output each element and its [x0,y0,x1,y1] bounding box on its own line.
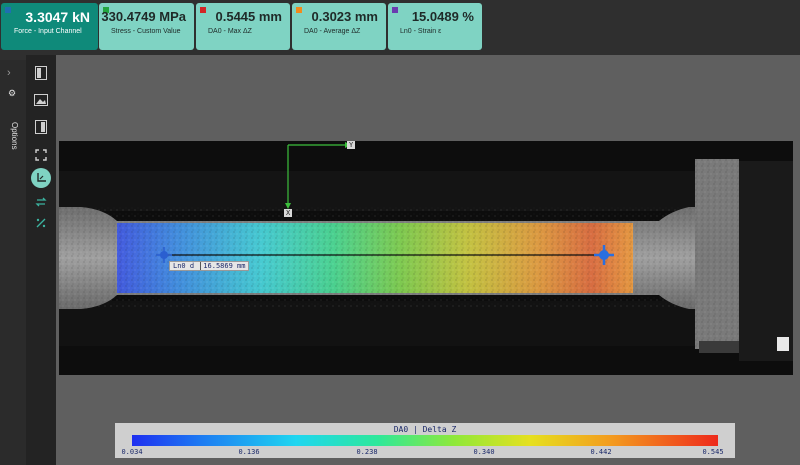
card-value: 15.0489 % [411,9,474,24]
image-icon[interactable] [31,90,51,110]
card-label: Ln0 - Strain ε [400,28,442,35]
card-color-swatch [200,7,206,13]
legend-color-bar [132,435,718,446]
value-cards-bar: 3.3047 kN Force - Input Channel 330.4749… [0,0,800,60]
card-value: 330.4749 MPa [101,9,186,24]
legend-tick: 0.442 [590,448,612,456]
legend-tick: 0.034 [121,448,143,456]
gauge-unit: mm [237,262,246,270]
card-value: 0.5445 mm [215,9,283,24]
legend-title: DA0 | Delta Z [393,425,457,434]
legend-tick: 0.545 [702,448,724,456]
chevron-right-icon[interactable]: › [7,67,11,79]
view-toolbar [26,55,56,465]
card-max-delta-z[interactable]: 0.5445 mm DA0 - Max ΔZ [196,3,290,50]
gear-icon[interactable]: ⚙ [8,88,16,99]
gauge-value: 16.5869 [203,262,233,270]
axes-icon[interactable] [31,168,51,188]
options-rail: › ⚙ Options [0,60,26,465]
panel-left-icon[interactable] [31,63,51,83]
options-label[interactable]: Options [10,122,19,150]
measure-icon[interactable] [31,213,51,233]
fit-screen-icon[interactable] [31,145,51,165]
card-value: 0.3023 mm [311,9,379,24]
card-average-delta-z[interactable]: 0.3023 mm DA0 - Average ΔZ [292,3,386,50]
specimen-svg [59,141,793,375]
legend-tick: 0.340 [473,448,495,456]
card-label: DA0 - Max ΔZ [208,28,252,35]
card-color-swatch [5,7,11,13]
gauge-name: Ln0 d [173,262,195,270]
card-strain[interactable]: 15.0489 % Ln0 - Strain ε [388,3,482,50]
card-label: Stress - Custom Value [111,28,181,35]
image-viewer[interactable]: Y X Ln0 d 16.5869 mm DA0 | Delta Z 0.034… [56,55,800,465]
color-scale-legend: DA0 | Delta Z 0.034 0.136 0.238 0.340 0.… [115,423,735,458]
specimen-image[interactable]: Y X Ln0 d 16.5869 mm [59,141,793,375]
swap-icon[interactable] [31,192,51,212]
axis-y-label: Y [347,141,356,149]
axis-x-label: X [284,209,293,217]
card-force[interactable]: 3.3047 kN Force - Input Channel [1,3,98,50]
card-stress[interactable]: 330.4749 MPa Stress - Custom Value [99,3,194,50]
legend-tick: 0.238 [356,448,378,456]
card-label: Force - Input Channel [14,28,82,35]
card-value: 3.3047 kN [25,9,90,25]
card-color-swatch [296,7,302,13]
card-label: DA0 - Average ΔZ [304,28,361,35]
legend-tick: 0.136 [238,448,260,456]
gauge-length-label[interactable]: Ln0 d 16.5869 mm [169,261,250,271]
app-window: 3.3047 kN Force - Input Channel 330.4749… [0,0,800,465]
card-color-swatch [392,7,398,13]
panel-right-icon[interactable] [31,117,51,137]
